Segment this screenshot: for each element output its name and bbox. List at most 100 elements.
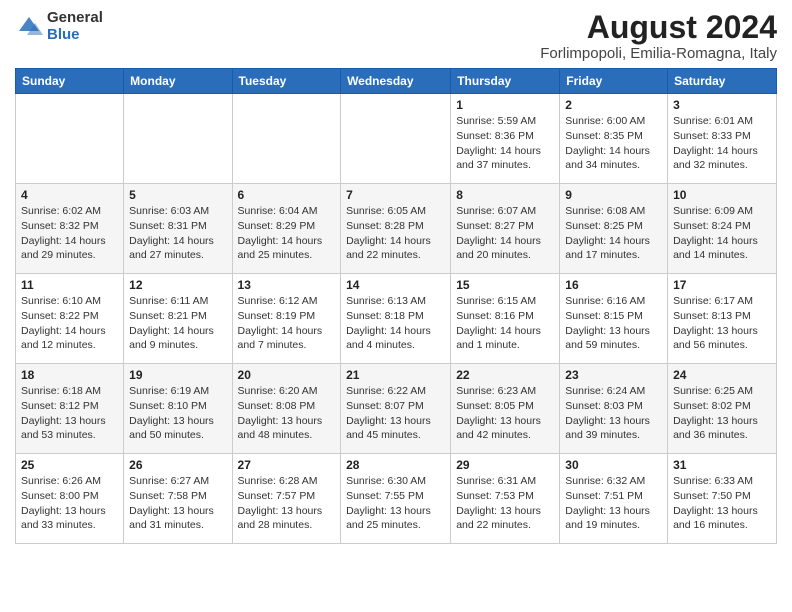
day-number: 31 bbox=[673, 458, 771, 472]
day-info: Sunrise: 6:10 AMSunset: 8:22 PMDaylight:… bbox=[21, 294, 118, 353]
day-number: 20 bbox=[238, 368, 336, 382]
generalblue-logo-icon bbox=[15, 13, 43, 41]
table-row: 13 Sunrise: 6:12 AMSunset: 8:19 PMDayligh… bbox=[232, 274, 341, 364]
day-info: Sunrise: 6:09 AMSunset: 8:24 PMDaylight:… bbox=[673, 204, 771, 263]
day-info: Sunrise: 5:59 AMSunset: 8:36 PMDaylight:… bbox=[456, 114, 554, 173]
day-number: 26 bbox=[129, 458, 226, 472]
table-row bbox=[16, 94, 124, 184]
table-row: 22 Sunrise: 6:23 AMSunset: 8:05 PMDayligh… bbox=[451, 364, 560, 454]
day-number: 21 bbox=[346, 368, 445, 382]
day-info: Sunrise: 6:03 AMSunset: 8:31 PMDaylight:… bbox=[129, 204, 226, 263]
day-number: 18 bbox=[21, 368, 118, 382]
day-number: 9 bbox=[565, 188, 662, 202]
title-block: August 2024 Forlimpopoli, Emilia-Romagna… bbox=[540, 10, 777, 62]
day-info: Sunrise: 6:26 AMSunset: 8:00 PMDaylight:… bbox=[21, 474, 118, 533]
day-number: 12 bbox=[129, 278, 226, 292]
calendar-week-row: 1 Sunrise: 5:59 AMSunset: 8:36 PMDaylight… bbox=[16, 94, 777, 184]
table-row: 19 Sunrise: 6:19 AMSunset: 8:10 PMDayligh… bbox=[124, 364, 232, 454]
day-info: Sunrise: 6:13 AMSunset: 8:18 PMDaylight:… bbox=[346, 294, 445, 353]
day-number: 14 bbox=[346, 278, 445, 292]
col-tuesday: Tuesday bbox=[232, 69, 341, 94]
day-info: Sunrise: 6:30 AMSunset: 7:55 PMDaylight:… bbox=[346, 474, 445, 533]
day-info: Sunrise: 6:00 AMSunset: 8:35 PMDaylight:… bbox=[565, 114, 662, 173]
table-row: 5Sunrise: 6:03 AMSunset: 8:31 PMDaylight… bbox=[124, 184, 232, 274]
day-number: 22 bbox=[456, 368, 554, 382]
calendar-week-row: 25 Sunrise: 6:26 AMSunset: 8:00 PMDayligh… bbox=[16, 454, 777, 544]
logo: General Blue bbox=[15, 10, 103, 43]
table-row bbox=[341, 94, 451, 184]
day-info: Sunrise: 6:01 AMSunset: 8:33 PMDaylight:… bbox=[673, 114, 771, 173]
table-row: 8 Sunrise: 6:07 AMSunset: 8:27 PMDaylight… bbox=[451, 184, 560, 274]
day-number: 4 bbox=[21, 188, 118, 202]
location: Forlimpopoli, Emilia-Romagna, Italy bbox=[540, 45, 777, 62]
col-monday: Monday bbox=[124, 69, 232, 94]
month-year: August 2024 bbox=[540, 10, 777, 45]
day-number: 1 bbox=[456, 98, 554, 112]
table-row: 24Sunrise: 6:25 AMSunset: 8:02 PMDayligh… bbox=[668, 364, 777, 454]
day-info: Sunrise: 6:18 AMSunset: 8:12 PMDaylight:… bbox=[21, 384, 118, 443]
day-info: Sunrise: 6:20 AMSunset: 8:08 PMDaylight:… bbox=[238, 384, 336, 443]
table-row: 30Sunrise: 6:32 AMSunset: 7:51 PMDayligh… bbox=[560, 454, 668, 544]
table-row: 2Sunrise: 6:00 AMSunset: 8:35 PMDaylight… bbox=[560, 94, 668, 184]
table-row: 31Sunrise: 6:33 AMSunset: 7:50 PMDayligh… bbox=[668, 454, 777, 544]
day-number: 13 bbox=[238, 278, 336, 292]
table-row: 9 Sunrise: 6:08 AMSunset: 8:25 PMDaylight… bbox=[560, 184, 668, 274]
day-number: 3 bbox=[673, 98, 771, 112]
logo-blue: Blue bbox=[47, 27, 103, 44]
table-row: 7 Sunrise: 6:05 AMSunset: 8:28 PMDaylight… bbox=[341, 184, 451, 274]
day-number: 11 bbox=[21, 278, 118, 292]
day-number: 16 bbox=[565, 278, 662, 292]
table-row: 11 Sunrise: 6:10 AMSunset: 8:22 PMDayligh… bbox=[16, 274, 124, 364]
table-row: 17Sunrise: 6:17 AMSunset: 8:13 PMDayligh… bbox=[668, 274, 777, 364]
day-number: 8 bbox=[456, 188, 554, 202]
table-row: 3 Sunrise: 6:01 AMSunset: 8:33 PMDaylight… bbox=[668, 94, 777, 184]
table-row: 4 Sunrise: 6:02 AMSunset: 8:32 PMDaylight… bbox=[16, 184, 124, 274]
day-info: Sunrise: 6:31 AMSunset: 7:53 PMDaylight:… bbox=[456, 474, 554, 533]
calendar-week-row: 11 Sunrise: 6:10 AMSunset: 8:22 PMDayligh… bbox=[16, 274, 777, 364]
day-number: 30 bbox=[565, 458, 662, 472]
day-info: Sunrise: 6:22 AMSunset: 8:07 PMDaylight:… bbox=[346, 384, 445, 443]
day-info: Sunrise: 6:27 AMSunset: 7:58 PMDaylight:… bbox=[129, 474, 226, 533]
col-friday: Friday bbox=[560, 69, 668, 94]
day-info: Sunrise: 6:07 AMSunset: 8:27 PMDaylight:… bbox=[456, 204, 554, 263]
logo-general: General bbox=[47, 10, 103, 27]
table-row: 12 Sunrise: 6:11 AMSunset: 8:21 PMDayligh… bbox=[124, 274, 232, 364]
day-number: 10 bbox=[673, 188, 771, 202]
calendar-table: Sunday Monday Tuesday Wednesday Thursday… bbox=[15, 68, 777, 544]
table-row: 16Sunrise: 6:16 AMSunset: 8:15 PMDayligh… bbox=[560, 274, 668, 364]
day-number: 28 bbox=[346, 458, 445, 472]
table-row: 29 Sunrise: 6:31 AMSunset: 7:53 PMDayligh… bbox=[451, 454, 560, 544]
day-info: Sunrise: 6:25 AMSunset: 8:02 PMDaylight:… bbox=[673, 384, 771, 443]
day-number: 7 bbox=[346, 188, 445, 202]
logo-text: General Blue bbox=[47, 10, 103, 43]
table-row bbox=[124, 94, 232, 184]
table-row: 10 Sunrise: 6:09 AMSunset: 8:24 PMDayligh… bbox=[668, 184, 777, 274]
table-row: 18 Sunrise: 6:18 AMSunset: 8:12 PMDayligh… bbox=[16, 364, 124, 454]
day-info: Sunrise: 6:12 AMSunset: 8:19 PMDaylight:… bbox=[238, 294, 336, 353]
day-info: Sunrise: 6:02 AMSunset: 8:32 PMDaylight:… bbox=[21, 204, 118, 263]
day-number: 19 bbox=[129, 368, 226, 382]
page: General Blue August 2024 Forlimpopoli, E… bbox=[0, 0, 792, 612]
day-info: Sunrise: 6:15 AMSunset: 8:16 PMDaylight:… bbox=[456, 294, 554, 353]
table-row: 27Sunrise: 6:28 AMSunset: 7:57 PMDayligh… bbox=[232, 454, 341, 544]
day-info: Sunrise: 6:05 AMSunset: 8:28 PMDaylight:… bbox=[346, 204, 445, 263]
calendar-week-row: 18 Sunrise: 6:18 AMSunset: 8:12 PMDayligh… bbox=[16, 364, 777, 454]
day-info: Sunrise: 6:11 AMSunset: 8:21 PMDaylight:… bbox=[129, 294, 226, 353]
table-row: 28 Sunrise: 6:30 AMSunset: 7:55 PMDayligh… bbox=[341, 454, 451, 544]
table-row: 20 Sunrise: 6:20 AMSunset: 8:08 PMDayligh… bbox=[232, 364, 341, 454]
table-row: 6 Sunrise: 6:04 AMSunset: 8:29 PMDaylight… bbox=[232, 184, 341, 274]
day-info: Sunrise: 6:08 AMSunset: 8:25 PMDaylight:… bbox=[565, 204, 662, 263]
calendar-week-row: 4 Sunrise: 6:02 AMSunset: 8:32 PMDaylight… bbox=[16, 184, 777, 274]
day-number: 6 bbox=[238, 188, 336, 202]
calendar-header-row: Sunday Monday Tuesday Wednesday Thursday… bbox=[16, 69, 777, 94]
table-row bbox=[232, 94, 341, 184]
day-number: 29 bbox=[456, 458, 554, 472]
calendar-body: 1 Sunrise: 5:59 AMSunset: 8:36 PMDaylight… bbox=[16, 94, 777, 544]
day-number: 25 bbox=[21, 458, 118, 472]
day-info: Sunrise: 6:23 AMSunset: 8:05 PMDaylight:… bbox=[456, 384, 554, 443]
table-row: 21 Sunrise: 6:22 AMSunset: 8:07 PMDayligh… bbox=[341, 364, 451, 454]
day-info: Sunrise: 6:17 AMSunset: 8:13 PMDaylight:… bbox=[673, 294, 771, 353]
day-info: Sunrise: 6:04 AMSunset: 8:29 PMDaylight:… bbox=[238, 204, 336, 263]
day-info: Sunrise: 6:19 AMSunset: 8:10 PMDaylight:… bbox=[129, 384, 226, 443]
day-number: 27 bbox=[238, 458, 336, 472]
